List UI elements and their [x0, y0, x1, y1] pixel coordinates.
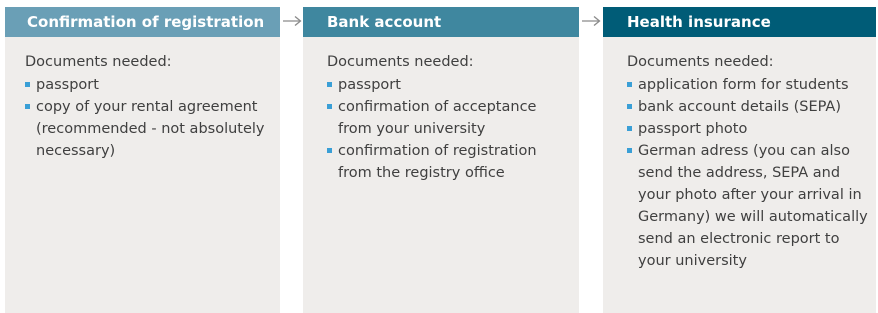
square-bullet-icon: [627, 148, 632, 153]
documents-needed-label: Documents needed:: [627, 54, 774, 70]
arrow-right-icon: [283, 15, 302, 27]
documents-needed-label: Documents needed:: [25, 54, 172, 70]
square-bullet-icon: [627, 126, 632, 131]
step-body: Documents needed: application form for s…: [603, 37, 876, 272]
list-item-text: passport: [338, 77, 401, 93]
step-card-bank-account: Bank account Documents needed: passport …: [303, 7, 579, 313]
square-bullet-icon: [327, 148, 332, 153]
list-item-text: copy of your rental agreement (recommend…: [36, 99, 265, 159]
list-item: passport photo: [627, 118, 874, 140]
step-body: Documents needed: passport confirmation …: [303, 37, 579, 184]
list-item-text: passport: [36, 77, 99, 93]
list-item-text: confirmation of registration from the re…: [338, 143, 537, 181]
list-item: passport: [327, 74, 543, 96]
list-item-text: passport photo: [638, 121, 748, 137]
list-item-text: German adress (you can also send the add…: [638, 143, 868, 269]
list-item-text: bank account details (SEPA): [638, 99, 841, 115]
documents-needed-label: Documents needed:: [327, 54, 474, 70]
step-header: Bank account: [303, 7, 579, 37]
arrow-right-icon: [582, 15, 601, 27]
document-list: passport copy of your rental agreement (…: [25, 74, 272, 162]
square-bullet-icon: [627, 104, 632, 109]
list-item-text: confirmation of acceptance from your uni…: [338, 99, 537, 137]
document-list: passport confirmation of acceptance from…: [327, 74, 571, 184]
list-item: confirmation of registration from the re…: [327, 140, 543, 184]
step-title: Health insurance: [627, 13, 771, 31]
list-item: bank account details (SEPA): [627, 96, 874, 118]
square-bullet-icon: [327, 104, 332, 109]
list-item: passport: [25, 74, 271, 96]
list-item: copy of your rental agreement (recommend…: [25, 96, 271, 162]
step-header: Confirmation of registration: [5, 7, 280, 37]
step-header: Health insurance: [603, 7, 876, 37]
list-item: application form for students: [627, 74, 874, 96]
list-item: German adress (you can also send the add…: [627, 140, 874, 272]
square-bullet-icon: [327, 82, 332, 87]
square-bullet-icon: [25, 82, 30, 87]
square-bullet-icon: [627, 82, 632, 87]
step-card-confirmation-of-registration: Confirmation of registration Documents n…: [5, 7, 280, 313]
step-title: Bank account: [327, 13, 442, 31]
list-item: confirmation of acceptance from your uni…: [327, 96, 543, 140]
step-title: Confirmation of registration: [27, 13, 265, 31]
square-bullet-icon: [25, 104, 30, 109]
list-item-text: application form for students: [638, 77, 849, 93]
step-body: Documents needed: passport copy of your …: [5, 37, 280, 162]
step-card-health-insurance: Health insurance Documents needed: appli…: [603, 7, 876, 313]
document-list: application form for students bank accou…: [627, 74, 868, 272]
